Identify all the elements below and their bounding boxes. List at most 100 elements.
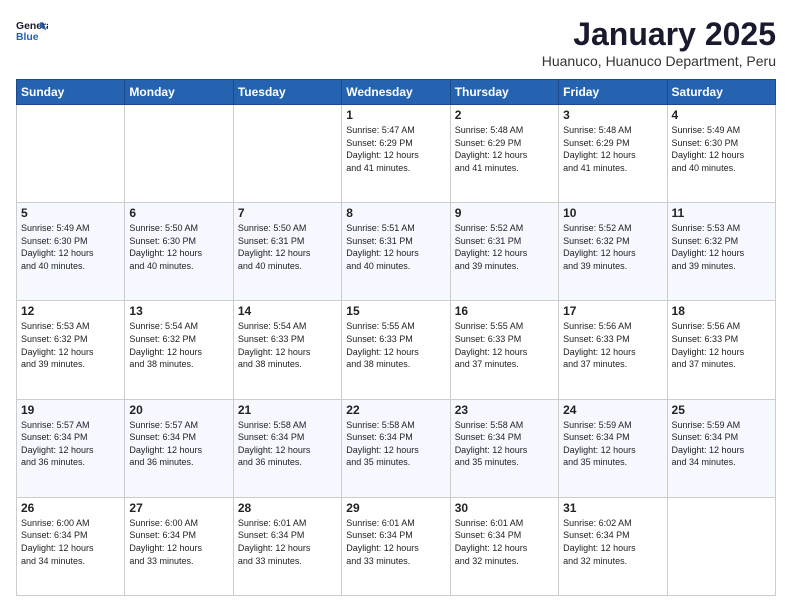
calendar-cell: 25 Sunrise: 5:59 AM Sunset: 6:34 PM Dayli… — [667, 399, 775, 497]
calendar-cell: 30 Sunrise: 6:01 AM Sunset: 6:34 PM Dayli… — [450, 497, 558, 595]
weekday-header-sunday: Sunday — [17, 80, 125, 105]
day-info: Sunrise: 5:47 AM Sunset: 6:29 PM Dayligh… — [346, 124, 445, 174]
day-info: Sunrise: 5:56 AM Sunset: 6:33 PM Dayligh… — [672, 320, 771, 370]
day-number: 20 — [129, 403, 228, 417]
calendar-cell: 9Sunrise: 5:52 AM Sunset: 6:31 PM Daylig… — [450, 203, 558, 301]
calendar-table: SundayMondayTuesdayWednesdayThursdayFrid… — [16, 79, 776, 596]
day-number: 26 — [21, 501, 120, 515]
day-number: 1 — [346, 108, 445, 122]
day-info: Sunrise: 5:48 AM Sunset: 6:29 PM Dayligh… — [455, 124, 554, 174]
calendar-cell: 22 Sunrise: 5:58 AM Sunset: 6:34 PM Dayli… — [342, 399, 450, 497]
calendar-cell: 29 Sunrise: 6:01 AM Sunset: 6:34 PM Dayli… — [342, 497, 450, 595]
calendar-cell: 2 Sunrise: 5:48 AM Sunset: 6:29 PM Daylig… — [450, 105, 558, 203]
day-info: Sunrise: 5:55 AM Sunset: 6:33 PM Dayligh… — [346, 320, 445, 370]
week-row-2: 5 Sunrise: 5:49 AM Sunset: 6:30 PM Daylig… — [17, 203, 776, 301]
day-info: Sunrise: 5:54 AM Sunset: 6:33 PM Dayligh… — [238, 320, 337, 370]
calendar-cell: 16 Sunrise: 5:55 AM Sunset: 6:33 PM Dayli… — [450, 301, 558, 399]
calendar-cell: 8Sunrise: 5:51 AM Sunset: 6:31 PM Daylig… — [342, 203, 450, 301]
day-info: Sunrise: 5:52 AM Sunset: 6:32 PM Dayligh… — [563, 222, 662, 272]
day-number: 17 — [563, 304, 662, 318]
calendar-cell — [233, 105, 341, 203]
weekday-header-wednesday: Wednesday — [342, 80, 450, 105]
day-number: 18 — [672, 304, 771, 318]
day-info: Sunrise: 6:00 AM Sunset: 6:34 PM Dayligh… — [129, 517, 228, 567]
calendar-cell: 26 Sunrise: 6:00 AM Sunset: 6:34 PM Dayli… — [17, 497, 125, 595]
weekday-header-tuesday: Tuesday — [233, 80, 341, 105]
day-number: 3 — [563, 108, 662, 122]
day-number: 31 — [563, 501, 662, 515]
day-info: Sunrise: 5:58 AM Sunset: 6:34 PM Dayligh… — [455, 419, 554, 469]
day-number: 2 — [455, 108, 554, 122]
calendar-cell: 11 Sunrise: 5:53 AM Sunset: 6:32 PM Dayli… — [667, 203, 775, 301]
day-number: 29 — [346, 501, 445, 515]
day-info: Sunrise: 5:53 AM Sunset: 6:32 PM Dayligh… — [672, 222, 771, 272]
calendar-cell: 21Sunrise: 5:58 AM Sunset: 6:34 PM Dayli… — [233, 399, 341, 497]
calendar-cell: 5 Sunrise: 5:49 AM Sunset: 6:30 PM Daylig… — [17, 203, 125, 301]
weekday-header-row: SundayMondayTuesdayWednesdayThursdayFrid… — [17, 80, 776, 105]
calendar-cell: 23 Sunrise: 5:58 AM Sunset: 6:34 PM Dayli… — [450, 399, 558, 497]
calendar-cell: 18 Sunrise: 5:56 AM Sunset: 6:33 PM Dayli… — [667, 301, 775, 399]
day-number: 23 — [455, 403, 554, 417]
day-info: Sunrise: 5:50 AM Sunset: 6:30 PM Dayligh… — [129, 222, 228, 272]
weekday-header-saturday: Saturday — [667, 80, 775, 105]
day-info: Sunrise: 5:58 AM Sunset: 6:34 PM Dayligh… — [238, 419, 337, 469]
calendar-cell: 7Sunrise: 5:50 AM Sunset: 6:31 PM Daylig… — [233, 203, 341, 301]
day-info: Sunrise: 6:01 AM Sunset: 6:34 PM Dayligh… — [455, 517, 554, 567]
day-info: Sunrise: 5:48 AM Sunset: 6:29 PM Dayligh… — [563, 124, 662, 174]
calendar-cell — [667, 497, 775, 595]
calendar-cell: 19Sunrise: 5:57 AM Sunset: 6:34 PM Dayli… — [17, 399, 125, 497]
day-number: 16 — [455, 304, 554, 318]
day-info: Sunrise: 5:59 AM Sunset: 6:34 PM Dayligh… — [563, 419, 662, 469]
day-number: 4 — [672, 108, 771, 122]
day-number: 25 — [672, 403, 771, 417]
calendar-cell: 28 Sunrise: 6:01 AM Sunset: 6:34 PM Dayli… — [233, 497, 341, 595]
calendar-cell: 13 Sunrise: 5:54 AM Sunset: 6:32 PM Dayli… — [125, 301, 233, 399]
day-number: 7 — [238, 206, 337, 220]
day-info: Sunrise: 5:58 AM Sunset: 6:34 PM Dayligh… — [346, 419, 445, 469]
week-row-1: 1 Sunrise: 5:47 AM Sunset: 6:29 PM Daylig… — [17, 105, 776, 203]
day-info: Sunrise: 5:52 AM Sunset: 6:31 PM Dayligh… — [455, 222, 554, 272]
calendar-cell: 27 Sunrise: 6:00 AM Sunset: 6:34 PM Dayli… — [125, 497, 233, 595]
day-info: Sunrise: 5:53 AM Sunset: 6:32 PM Dayligh… — [21, 320, 120, 370]
logo-icon: General Blue — [16, 16, 48, 48]
header: General Blue January 2025 Huanuco, Huanu… — [16, 16, 776, 69]
day-number: 6 — [129, 206, 228, 220]
location-subtitle: Huanuco, Huanuco Department, Peru — [542, 53, 776, 69]
day-number: 10 — [563, 206, 662, 220]
day-number: 13 — [129, 304, 228, 318]
calendar-cell: 10 Sunrise: 5:52 AM Sunset: 6:32 PM Dayli… — [559, 203, 667, 301]
day-info: Sunrise: 5:54 AM Sunset: 6:32 PM Dayligh… — [129, 320, 228, 370]
calendar-cell: 6 Sunrise: 5:50 AM Sunset: 6:30 PM Daylig… — [125, 203, 233, 301]
calendar-cell: 4 Sunrise: 5:49 AM Sunset: 6:30 PM Daylig… — [667, 105, 775, 203]
day-number: 27 — [129, 501, 228, 515]
day-number: 5 — [21, 206, 120, 220]
svg-text:Blue: Blue — [16, 32, 39, 43]
calendar-cell: 20Sunrise: 5:57 AM Sunset: 6:34 PM Dayli… — [125, 399, 233, 497]
day-info: Sunrise: 6:00 AM Sunset: 6:34 PM Dayligh… — [21, 517, 120, 567]
title-block: January 2025 Huanuco, Huanuco Department… — [542, 16, 776, 69]
weekday-header-friday: Friday — [559, 80, 667, 105]
day-info: Sunrise: 6:01 AM Sunset: 6:34 PM Dayligh… — [238, 517, 337, 567]
logo: General Blue — [16, 16, 48, 48]
calendar-cell — [17, 105, 125, 203]
day-info: Sunrise: 5:49 AM Sunset: 6:30 PM Dayligh… — [672, 124, 771, 174]
week-row-5: 26 Sunrise: 6:00 AM Sunset: 6:34 PM Dayli… — [17, 497, 776, 595]
calendar-cell — [125, 105, 233, 203]
day-info: Sunrise: 6:01 AM Sunset: 6:34 PM Dayligh… — [346, 517, 445, 567]
day-info: Sunrise: 5:57 AM Sunset: 6:34 PM Dayligh… — [21, 419, 120, 469]
day-number: 11 — [672, 206, 771, 220]
month-title: January 2025 — [542, 16, 776, 53]
day-info: Sunrise: 5:59 AM Sunset: 6:34 PM Dayligh… — [672, 419, 771, 469]
calendar-cell: 3 Sunrise: 5:48 AM Sunset: 6:29 PM Daylig… — [559, 105, 667, 203]
weekday-header-thursday: Thursday — [450, 80, 558, 105]
calendar-cell: 17Sunrise: 5:56 AM Sunset: 6:33 PM Dayli… — [559, 301, 667, 399]
day-number: 28 — [238, 501, 337, 515]
day-number: 8 — [346, 206, 445, 220]
calendar-cell: 31Sunrise: 6:02 AM Sunset: 6:34 PM Dayli… — [559, 497, 667, 595]
day-info: Sunrise: 5:49 AM Sunset: 6:30 PM Dayligh… — [21, 222, 120, 272]
calendar-cell: 12Sunrise: 5:53 AM Sunset: 6:32 PM Dayli… — [17, 301, 125, 399]
day-info: Sunrise: 5:55 AM Sunset: 6:33 PM Dayligh… — [455, 320, 554, 370]
day-number: 30 — [455, 501, 554, 515]
day-number: 22 — [346, 403, 445, 417]
week-row-3: 12Sunrise: 5:53 AM Sunset: 6:32 PM Dayli… — [17, 301, 776, 399]
